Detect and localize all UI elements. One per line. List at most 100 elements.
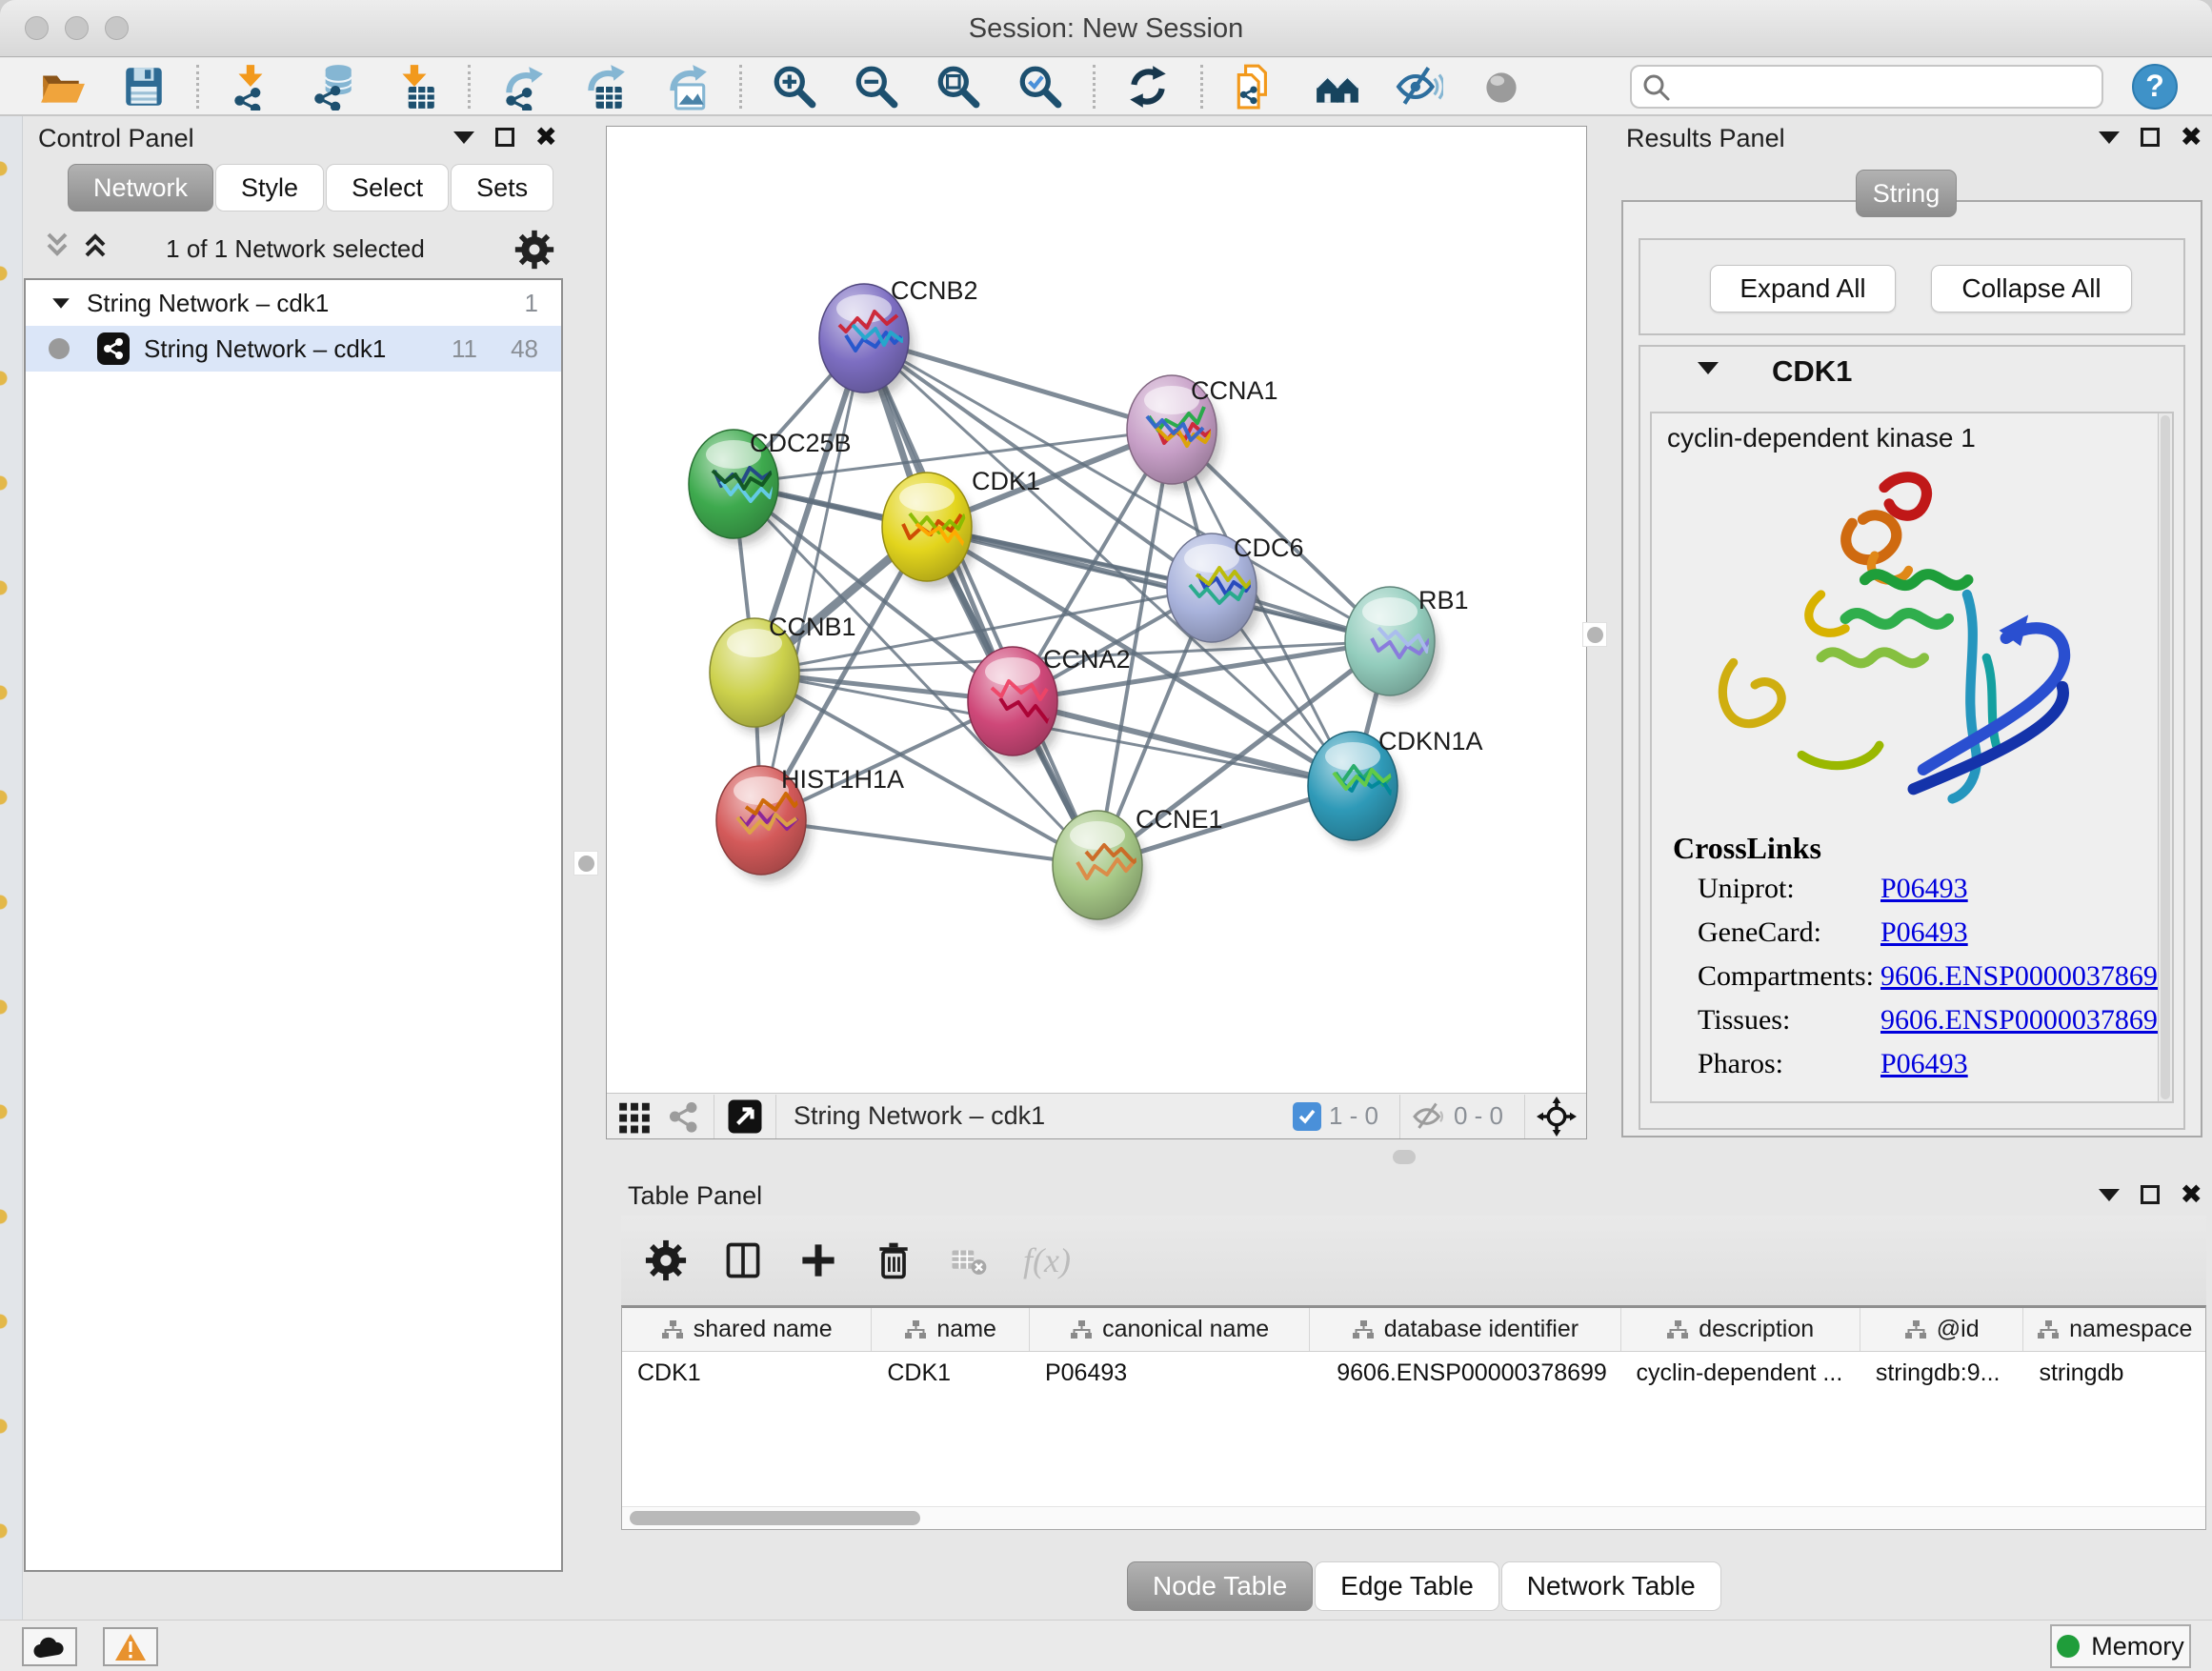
collapse-all-button[interactable]: Collapse All bbox=[1931, 265, 2132, 312]
network-collection-row[interactable]: String Network – cdk1 1 bbox=[26, 280, 561, 326]
edge-count: 48 bbox=[511, 334, 538, 364]
warning-triangle-icon bbox=[114, 1633, 147, 1661]
import-table-button[interactable] bbox=[390, 61, 441, 112]
add-column-plus-icon[interactable] bbox=[798, 1240, 838, 1280]
warning-status-button[interactable] bbox=[103, 1627, 158, 1666]
grid-view-icon[interactable] bbox=[616, 1098, 653, 1135]
network-node[interactable]: HIST1H1A bbox=[716, 765, 904, 881]
show-columns-icon[interactable] bbox=[722, 1239, 764, 1281]
network-node[interactable]: CCNB2 bbox=[819, 276, 978, 399]
panel-float-icon[interactable] bbox=[495, 128, 514, 147]
table-cell: P06493 bbox=[1030, 1352, 1310, 1396]
birds-eye-view-icon[interactable] bbox=[726, 1097, 764, 1136]
delete-trash-icon[interactable] bbox=[873, 1239, 915, 1281]
table-h-scrollbar[interactable] bbox=[622, 1506, 2205, 1529]
save-session-button[interactable] bbox=[118, 61, 170, 112]
crosslink-link[interactable]: P06493 bbox=[1880, 916, 1968, 949]
panel-close-icon[interactable]: ✖ bbox=[2181, 1185, 2202, 1204]
tab-sets[interactable]: Sets bbox=[451, 164, 553, 211]
column-header[interactable]: @id bbox=[1860, 1308, 2024, 1351]
import-table-icon bbox=[392, 63, 439, 111]
hidden-eye-icon[interactable] bbox=[1412, 1099, 1446, 1134]
crosslink-row: GeneCard: P06493 bbox=[1698, 916, 1821, 949]
network-node[interactable]: CCNE1 bbox=[1053, 805, 1223, 926]
zoom-in-button[interactable] bbox=[769, 61, 820, 112]
expand-all-button[interactable]: Expand All bbox=[1710, 265, 1896, 312]
export-image-icon bbox=[663, 63, 711, 111]
export-image-button[interactable] bbox=[661, 61, 713, 112]
results-scrollbar[interactable] bbox=[2158, 413, 2172, 1101]
network-node[interactable]: CDK1 bbox=[882, 467, 1040, 588]
network-share-icon[interactable] bbox=[666, 1098, 702, 1135]
gray-orb-icon bbox=[1478, 63, 1525, 111]
panel-float-icon[interactable] bbox=[2141, 128, 2160, 147]
network-node[interactable]: CDC6 bbox=[1167, 534, 1304, 649]
panel-float-icon[interactable] bbox=[2141, 1185, 2160, 1204]
network-canvas[interactable]: CCNB2CCNA1CDC25BCDK1CDC6RB1CCNB1CCNA2CDK… bbox=[607, 127, 1586, 1093]
section-expander-icon[interactable] bbox=[1698, 362, 1719, 374]
left-splitter-handle[interactable] bbox=[573, 851, 598, 876]
panel-menu-icon[interactable] bbox=[2099, 1189, 2120, 1201]
titlebar: Session: New Session bbox=[0, 0, 2212, 57]
network-node[interactable]: CDKN1A bbox=[1308, 727, 1483, 847]
tab-style[interactable]: Style bbox=[215, 164, 324, 211]
crosslink-link[interactable]: 9606.ENSP00000378699 bbox=[1880, 960, 2172, 993]
crosslink-link[interactable]: P06493 bbox=[1880, 873, 1968, 905]
zoom-in-icon bbox=[771, 63, 818, 111]
search-input[interactable] bbox=[1630, 65, 2103, 109]
network-row[interactable]: String Network – cdk1 11 48 bbox=[26, 326, 561, 372]
column-header[interactable]: name bbox=[872, 1308, 1030, 1351]
refresh-button[interactable] bbox=[1122, 61, 1174, 112]
column-header[interactable]: shared name bbox=[622, 1308, 872, 1351]
cloud-status-button[interactable] bbox=[22, 1627, 77, 1666]
hide-glass-button[interactable] bbox=[1394, 61, 1445, 112]
show-glass-button[interactable] bbox=[1476, 61, 1527, 112]
column-header[interactable]: canonical name bbox=[1030, 1308, 1310, 1351]
network-node[interactable]: CCNA1 bbox=[1127, 375, 1278, 491]
tab-network-table[interactable]: Network Table bbox=[1501, 1561, 1721, 1611]
tab-string[interactable]: String bbox=[1856, 170, 1957, 217]
string-import-button[interactable] bbox=[1230, 61, 1281, 112]
network-node[interactable]: RB1 bbox=[1345, 586, 1469, 702]
table-row[interactable]: CDK1CDK1P064939606.ENSP00000378699cyclin… bbox=[622, 1352, 2205, 1396]
tab-network[interactable]: Network bbox=[68, 164, 213, 211]
panel-menu-icon[interactable] bbox=[453, 131, 474, 144]
panel-menu-icon[interactable] bbox=[2099, 131, 2120, 144]
open-session-button[interactable] bbox=[36, 61, 88, 112]
right-splitter-handle[interactable] bbox=[1582, 622, 1607, 647]
open-folder-icon bbox=[38, 63, 86, 111]
selected-nodes-checkbox[interactable] bbox=[1293, 1102, 1321, 1131]
crosslink-link[interactable]: P06493 bbox=[1880, 1048, 1968, 1080]
network-edge[interactable] bbox=[761, 820, 1097, 865]
zoom-out-button[interactable] bbox=[851, 61, 902, 112]
memory-button[interactable]: Memory bbox=[2050, 1624, 2191, 1668]
tab-select[interactable]: Select bbox=[326, 164, 449, 211]
zoom-fit-button[interactable] bbox=[933, 61, 984, 112]
import-network-database-button[interactable] bbox=[308, 61, 359, 112]
network-node[interactable]: CDC25B bbox=[689, 429, 852, 545]
panel-close-icon[interactable]: ✖ bbox=[535, 128, 557, 147]
gear-icon[interactable] bbox=[644, 1238, 688, 1282]
horizontal-splitter-handle[interactable] bbox=[1393, 1150, 1416, 1164]
column-header[interactable]: database identifier bbox=[1310, 1308, 1620, 1351]
network-edge[interactable] bbox=[927, 527, 1390, 641]
fit-content-crosshair-icon[interactable] bbox=[1537, 1097, 1577, 1137]
tree-expander-icon[interactable] bbox=[52, 298, 70, 308]
help-button[interactable]: ? bbox=[2132, 64, 2178, 110]
import-network-file-button[interactable] bbox=[226, 61, 277, 112]
network-edge[interactable] bbox=[761, 338, 864, 820]
column-type-icon bbox=[661, 1319, 684, 1340]
export-network-button[interactable] bbox=[497, 61, 549, 112]
column-header[interactable]: namespace bbox=[2023, 1308, 2205, 1351]
column-header[interactable]: description bbox=[1621, 1308, 1860, 1351]
tab-node-table[interactable]: Node Table bbox=[1127, 1561, 1313, 1611]
export-table-button[interactable] bbox=[579, 61, 631, 112]
tab-edge-table[interactable]: Edge Table bbox=[1315, 1561, 1499, 1611]
protein-section-header[interactable]: CDK1 bbox=[1640, 347, 2183, 396]
crosslink-link[interactable]: 9606.ENSP00000378699 bbox=[1880, 1004, 2172, 1037]
zoom-selected-button[interactable] bbox=[1015, 61, 1066, 112]
gear-icon[interactable] bbox=[513, 229, 555, 271]
panel-close-icon[interactable]: ✖ bbox=[2181, 128, 2202, 147]
network-node[interactable]: CCNA2 bbox=[968, 645, 1131, 762]
home-networks-button[interactable] bbox=[1312, 61, 1363, 112]
